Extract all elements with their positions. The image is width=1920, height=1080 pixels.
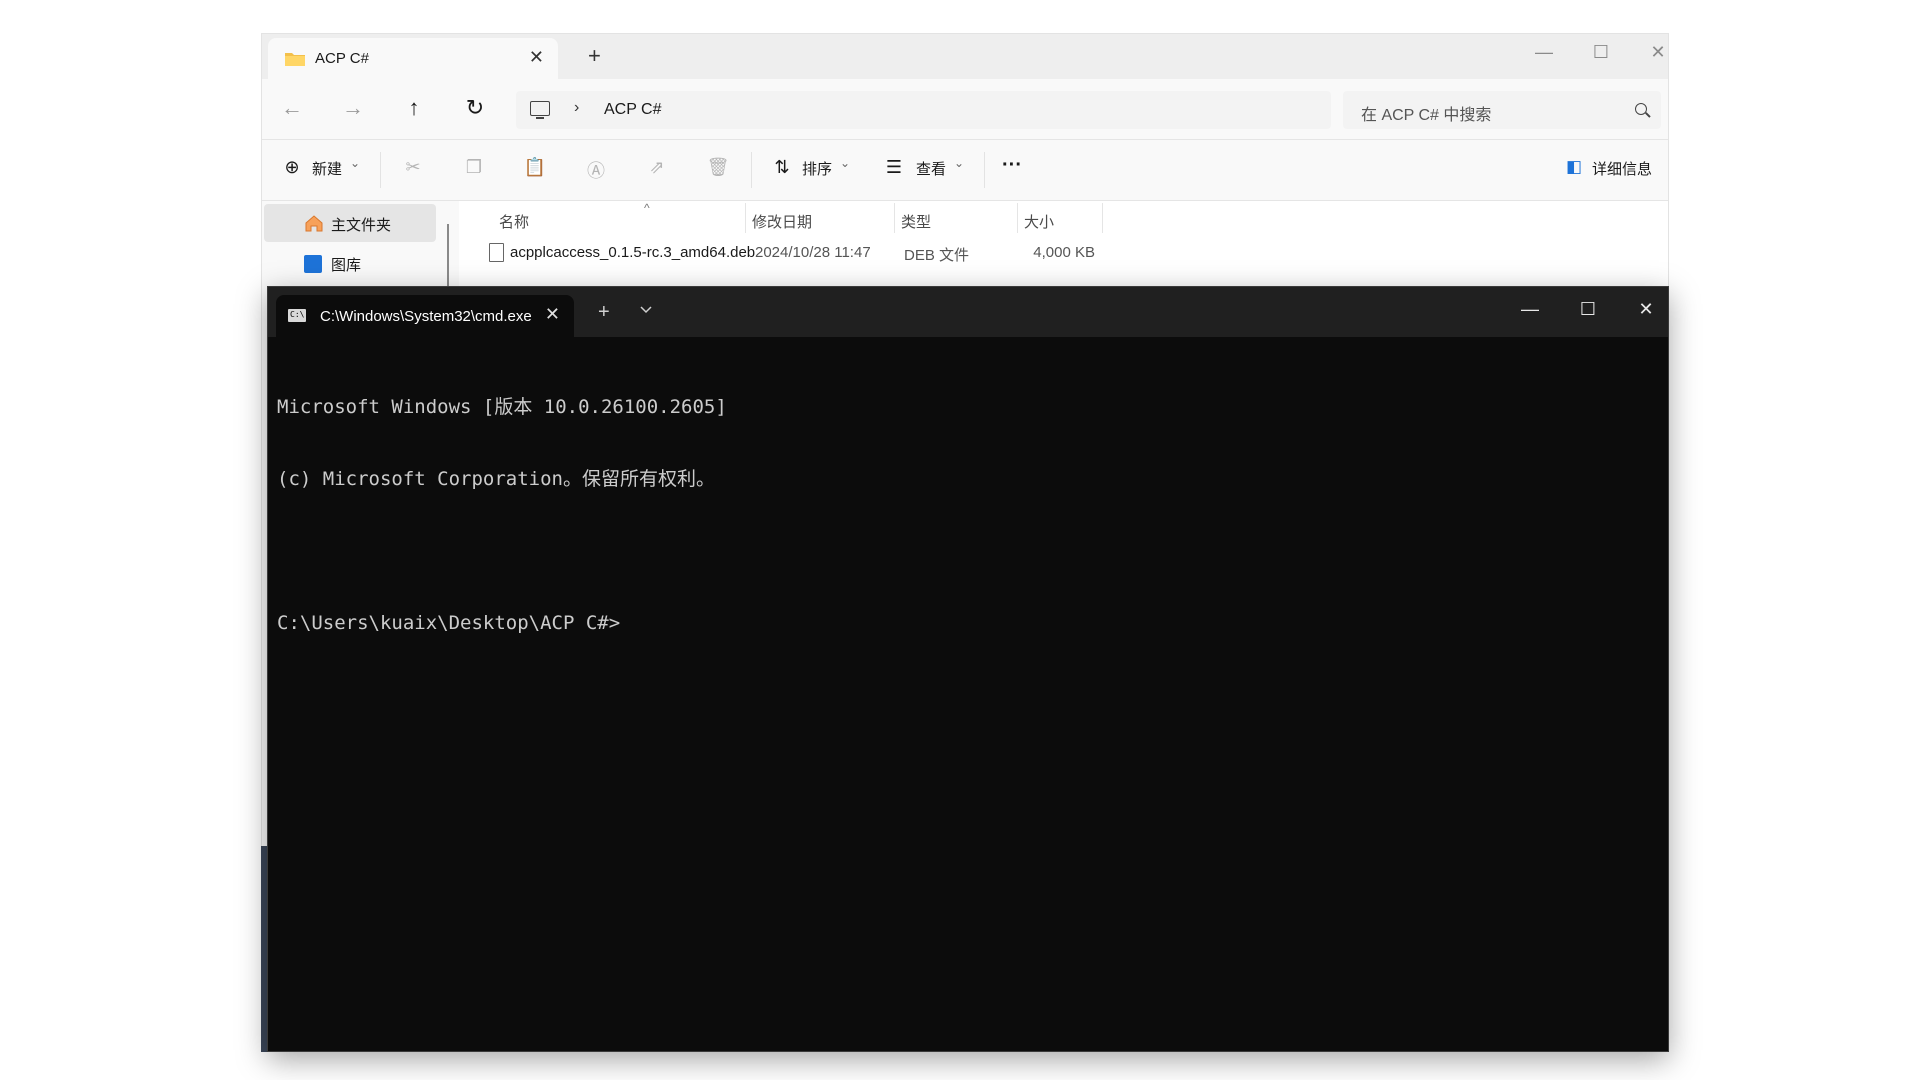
file-size: 4,000 KB — [1033, 244, 1095, 261]
cut-icon[interactable]: ✂ — [401, 157, 425, 181]
explorer-tab[interactable]: ACP C# ✕ — [268, 38, 558, 79]
explorer-command-bar: ⊕ 新建 ⌄ ✂ ❐ 📋 Ⓐ ⇗ 🗑 ⇅ 排序 ⌄ ☰ 查看 ⌄ ··· ◧ 详… — [262, 140, 1668, 201]
sidebar-item-home[interactable]: 主文件夹 — [264, 204, 436, 242]
search-input[interactable]: 在 ACP C# 中搜索 — [1343, 91, 1661, 129]
gallery-icon — [304, 255, 322, 273]
terminal-line: Microsoft Windows [版本 10.0.26100.2605] — [277, 396, 727, 418]
details-button[interactable]: 详细信息 — [1592, 158, 1652, 179]
column-header-name[interactable]: 名称 — [499, 211, 529, 232]
explorer-maximize-button[interactable]: ☐ — [1587, 42, 1615, 63]
explorer-new-tab-button[interactable]: + — [588, 43, 601, 69]
file-type: DEB 文件 — [904, 247, 970, 264]
file-name[interactable]: acpplcaccess_0.1.5-rc.3_amd64.deb — [510, 244, 755, 261]
terminal-titlebar: C:\ C:\Windows\System32\cmd.exe ✕ + — ☐ … — [268, 287, 1668, 337]
terminal-tab-close-button[interactable]: ✕ — [545, 304, 560, 325]
sort-indicator-icon: ^ — [644, 201, 650, 215]
folder-icon — [285, 53, 305, 66]
more-options-button[interactable]: ··· — [1002, 154, 1022, 177]
terminal-prompt[interactable]: C:\Users\kuaix\Desktop\ACP C#> — [277, 611, 1658, 635]
explorer-navigation-bar: ← → ↑ ↻ › ACP C# 在 ACP C# 中搜索 — [262, 79, 1668, 140]
rename-icon[interactable]: Ⓐ — [584, 157, 608, 181]
chevron-down-icon[interactable]: ⌄ — [840, 156, 850, 170]
chevron-right-icon[interactable]: › — [574, 99, 579, 117]
terminal-window: C:\ C:\Windows\System32\cmd.exe ✕ + — ☐ … — [267, 286, 1669, 1052]
column-header-type[interactable]: 类型 — [901, 211, 931, 232]
column-divider[interactable] — [745, 203, 746, 233]
file-modified-date: 2024/10/28 11:47 — [755, 244, 871, 261]
new-item-button[interactable]: 新建 — [312, 158, 342, 179]
add-circle-icon[interactable]: ⊕ — [280, 157, 304, 181]
up-arrow-icon[interactable]: ↑ — [399, 95, 429, 121]
view-list-icon[interactable]: ☰ — [882, 157, 906, 181]
terminal-maximize-button[interactable]: ☐ — [1574, 299, 1602, 320]
terminal-close-button[interactable]: ✕ — [1632, 299, 1660, 320]
explorer-titlebar: ACP C# ✕ + — ☐ ✕ — [262, 34, 1668, 79]
toolbar-divider — [984, 152, 985, 188]
this-pc-icon[interactable] — [530, 101, 550, 119]
share-icon[interactable]: ⇗ — [645, 157, 669, 181]
sidebar-item-gallery[interactable]: 图库 — [264, 244, 436, 282]
terminal-tab[interactable]: C:\ C:\Windows\System32\cmd.exe ✕ — [276, 295, 574, 337]
toolbar-divider — [380, 152, 381, 188]
back-arrow-icon[interactable]: ← — [277, 95, 307, 121]
explorer-close-button[interactable]: ✕ — [1644, 42, 1668, 63]
address-bar[interactable]: › ACP C# — [516, 91, 1331, 129]
delete-icon[interactable]: 🗑 — [706, 157, 730, 181]
toolbar-divider — [751, 152, 752, 188]
column-divider[interactable] — [1102, 203, 1103, 233]
column-divider[interactable] — [1017, 203, 1018, 233]
terminal-output[interactable]: Microsoft Windows [版本 10.0.26100.2605] (… — [277, 347, 1658, 1051]
sidebar-item-label: 主文件夹 — [331, 217, 392, 234]
table-row[interactable]: acpplcaccess_0.1.5-rc.3_amd64.deb 2024/1… — [459, 235, 1668, 267]
sidebar-item-label: 图库 — [331, 257, 362, 274]
home-icon — [305, 215, 323, 232]
search-icon — [1635, 103, 1647, 115]
terminal-tab-title: C:\Windows\System32\cmd.exe — [320, 308, 532, 325]
sort-button[interactable]: 排序 — [802, 158, 832, 179]
refresh-icon[interactable]: ↻ — [460, 95, 490, 121]
paste-icon[interactable]: 📋 — [523, 157, 547, 181]
terminal-line: (c) Microsoft Corporation。保留所有权利。 — [277, 468, 715, 490]
details-pane-icon[interactable]: ◧ — [1562, 157, 1586, 181]
file-icon — [489, 243, 504, 262]
explorer-minimize-button[interactable]: — — [1530, 42, 1558, 63]
explorer-tab-title: ACP C# — [315, 50, 369, 67]
column-header-size[interactable]: 大小 — [1024, 211, 1054, 232]
chevron-down-icon[interactable]: ⌄ — [954, 156, 964, 170]
explorer-tab-close-button[interactable]: ✕ — [529, 47, 544, 68]
breadcrumb-current-folder[interactable]: ACP C# — [604, 101, 662, 119]
column-header-date[interactable]: 修改日期 — [752, 211, 812, 232]
column-divider[interactable] — [894, 203, 895, 233]
chevron-down-icon[interactable] — [638, 301, 654, 317]
view-button[interactable]: 查看 — [916, 158, 946, 179]
forward-arrow-icon[interactable]: → — [338, 95, 368, 121]
command-prompt-icon: C:\ — [288, 309, 306, 322]
sort-icon[interactable]: ⇅ — [770, 157, 794, 181]
terminal-minimize-button[interactable]: — — [1516, 299, 1544, 320]
terminal-new-tab-button[interactable]: + — [598, 301, 610, 324]
search-placeholder: 在 ACP C# 中搜索 — [1361, 107, 1492, 124]
chevron-down-icon[interactable]: ⌄ — [350, 156, 360, 170]
copy-icon[interactable]: ❐ — [462, 157, 486, 181]
